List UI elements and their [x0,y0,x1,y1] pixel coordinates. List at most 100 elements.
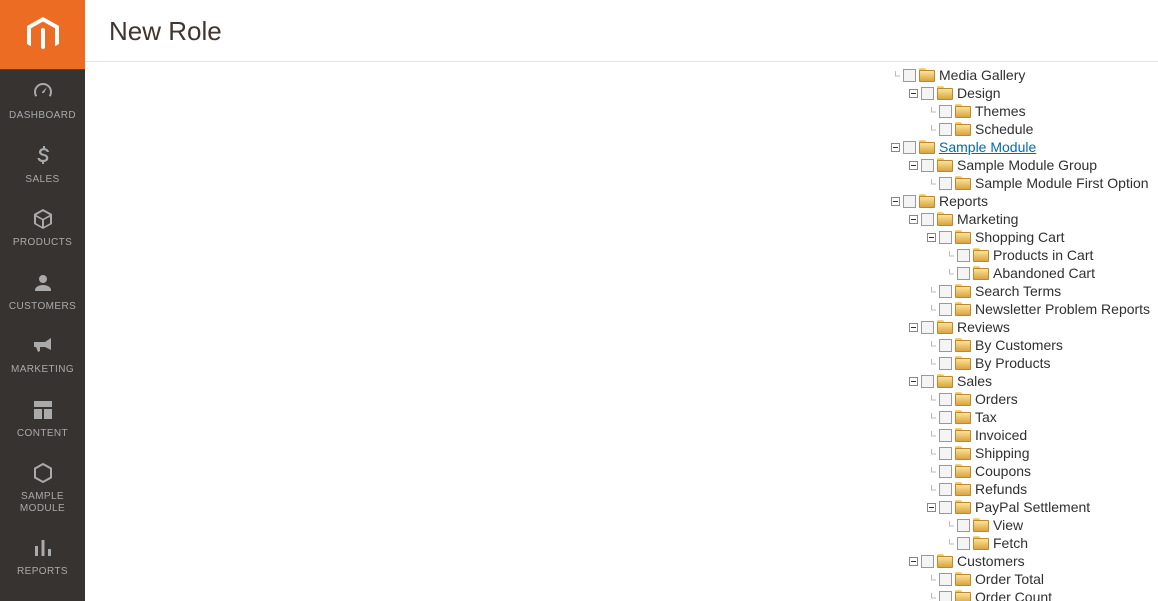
folder-icon [955,104,971,118]
tree-node-label[interactable]: By Customers [975,336,1063,354]
collapse-icon[interactable] [907,318,919,336]
tree-node-label[interactable]: Shipping [975,444,1030,462]
tree-checkbox[interactable] [903,69,916,82]
tree-checkbox[interactable] [957,267,970,280]
tree-elbow-icon [925,444,937,462]
nav-item-storefront[interactable]: STORES [0,590,85,601]
tree-checkbox[interactable] [939,393,952,406]
collapse-icon[interactable] [907,552,919,570]
tree-checkbox[interactable] [957,249,970,262]
tree-node-label[interactable]: Order Total [975,570,1044,588]
tree-node-label[interactable]: Sales [957,372,992,390]
collapse-icon[interactable] [907,372,919,390]
tree-checkbox[interactable] [903,141,916,154]
collapse-icon[interactable] [907,84,919,102]
tree-elbow-icon [925,102,937,120]
tree-node: DesignThemesSchedule [907,84,1158,138]
folder-icon [937,554,953,568]
tree-checkbox[interactable] [921,555,934,568]
collapse-icon[interactable] [907,156,919,174]
folder-icon [955,302,971,316]
tree-checkbox[interactable] [939,177,952,190]
tree-node-label[interactable]: Order Count [975,588,1052,601]
nav-item-megaphone[interactable]: MARKETING [0,324,85,388]
tree-node-label[interactable]: Sample Module [939,138,1036,156]
tree-checkbox[interactable] [903,195,916,208]
tree-node-label[interactable]: Design [957,84,1001,102]
tree-checkbox[interactable] [957,519,970,532]
collapse-icon[interactable] [907,210,919,228]
tree-node-label[interactable]: Themes [975,102,1026,120]
tree-node-label[interactable]: Reviews [957,318,1010,336]
tree-checkbox[interactable] [939,591,952,601]
tree-checkbox[interactable] [939,303,952,316]
tree-checkbox[interactable] [921,375,934,388]
folder-icon [973,518,989,532]
tree-checkbox[interactable] [939,285,952,298]
tree-checkbox[interactable] [939,105,952,118]
tree-checkbox[interactable] [921,87,934,100]
folder-icon [955,122,971,136]
tree-checkbox[interactable] [939,447,952,460]
nav-item-dashboard[interactable]: DASHBOARD [0,70,85,134]
nav-item-dollar[interactable]: SALES [0,134,85,198]
tree-node-label[interactable]: Media Gallery [939,66,1025,84]
bars-icon [31,536,55,560]
tree-node-label[interactable]: Products in Cart [993,246,1093,264]
tree-checkbox[interactable] [939,501,952,514]
tree-node-label[interactable]: Sample Module Group [957,156,1097,174]
tree-checkbox[interactable] [939,339,952,352]
collapse-icon[interactable] [889,138,901,156]
tree-node-label[interactable]: Reports [939,192,988,210]
tree-node-label[interactable]: Sample Module First Option [975,174,1149,192]
tree-node-label[interactable]: Marketing [957,210,1018,228]
folder-icon [955,392,971,406]
tree-node-label[interactable]: Search Terms [975,282,1061,300]
tree-checkbox[interactable] [939,231,952,244]
tree-node-label[interactable]: Orders [975,390,1018,408]
tree-node-label[interactable]: Abandoned Cart [993,264,1095,282]
tree-checkbox[interactable] [939,573,952,586]
tree-elbow-icon [925,408,937,426]
collapse-icon[interactable] [889,192,901,210]
tree-checkbox[interactable] [939,123,952,136]
collapse-icon[interactable] [925,498,937,516]
nav-item-layout[interactable]: CONTENT [0,388,85,452]
tree-node-label[interactable]: Schedule [975,120,1033,138]
tree-checkbox[interactable] [939,411,952,424]
folder-icon [955,464,971,478]
folder-icon [955,356,971,370]
tree-checkbox[interactable] [921,213,934,226]
tree-checkbox[interactable] [921,321,934,334]
tree-checkbox[interactable] [939,483,952,496]
tree-node-label[interactable]: Invoiced [975,426,1027,444]
tree-node-label[interactable]: View [993,516,1023,534]
tree-node-label[interactable]: Shopping Cart [975,228,1065,246]
tree-node: Newsletter Problem Reports [925,300,1158,318]
role-resources-tree: Media GalleryDesignThemesScheduleSample … [889,66,1158,601]
collapse-icon[interactable] [925,228,937,246]
tree-node-label[interactable]: Coupons [975,462,1031,480]
tree-node: SalesOrdersTaxInvoicedShippingCouponsRef… [907,372,1158,552]
tree-checkbox[interactable] [939,465,952,478]
tree-elbow-icon [943,534,955,552]
tree-node-label[interactable]: Customers [957,552,1025,570]
tree-node: By Customers [925,336,1158,354]
tree-node-label[interactable]: Fetch [993,534,1028,552]
tree-elbow-icon [943,246,955,264]
nav-item-hexagon[interactable]: SAMPLEMODULE [0,451,85,526]
tree-checkbox[interactable] [939,429,952,442]
nav-item-cube[interactable]: PRODUCTS [0,197,85,261]
tree-checkbox[interactable] [957,537,970,550]
tree-checkbox[interactable] [939,357,952,370]
tree-node-label[interactable]: Newsletter Problem Reports [975,300,1150,318]
tree-node-label[interactable]: By Products [975,354,1050,372]
tree-node-label[interactable]: PayPal Settlement [975,498,1090,516]
tree-checkbox[interactable] [921,159,934,172]
magento-logo[interactable] [0,0,85,70]
tree-node-label[interactable]: Tax [975,408,997,426]
nav-item-person[interactable]: CUSTOMERS [0,261,85,325]
tree-node: Search Terms [925,282,1158,300]
nav-item-bars[interactable]: REPORTS [0,526,85,590]
tree-node-label[interactable]: Refunds [975,480,1027,498]
